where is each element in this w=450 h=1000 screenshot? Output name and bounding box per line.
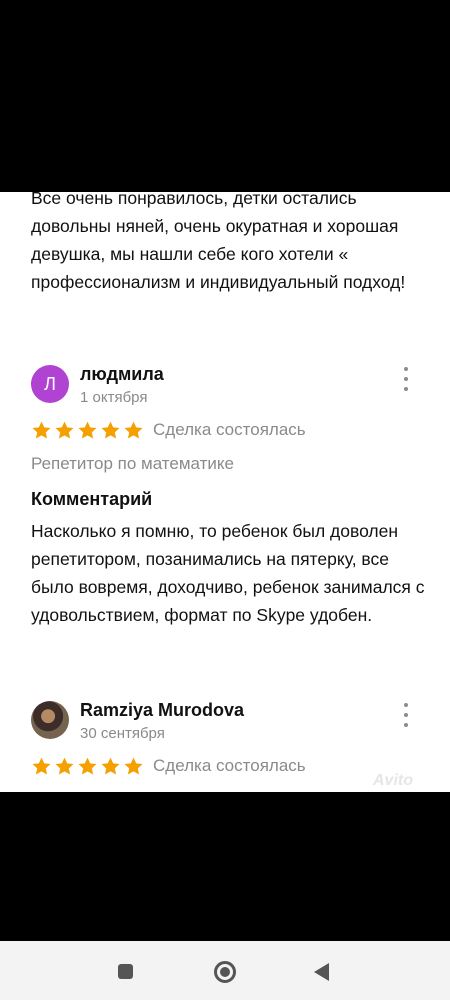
circle-icon[interactable] <box>214 961 236 983</box>
deal-status: Сделка состоялась <box>153 420 306 439</box>
review-author: Ramziya Murodova <box>80 700 245 720</box>
top-black-area <box>0 0 450 192</box>
previous-review-text: Все очень понравилось, детки остались до… <box>31 192 406 292</box>
review-date: 1 октября <box>80 389 148 406</box>
avatar <box>31 701 69 739</box>
triangle-back-icon[interactable] <box>314 963 329 981</box>
review-subject: Репетитор по математике <box>31 454 234 473</box>
avito-watermark: Avito <box>373 772 413 789</box>
star-icon <box>101 757 120 775</box>
reviews-content: Все очень понравилось, детки остались до… <box>0 192 450 792</box>
avatar: Л <box>31 365 69 403</box>
comment-title: Комментарий <box>31 489 153 509</box>
comment-text: Насколько я помню, то ребенок был доволе… <box>31 521 425 625</box>
star-icon <box>124 421 143 439</box>
system-navigation-bar <box>0 941 450 1000</box>
review-date: 30 сентября <box>80 725 165 742</box>
star-icon <box>101 421 120 439</box>
star-icon <box>32 757 51 775</box>
star-icon <box>32 421 51 439</box>
rating-row: Сделка состоялась <box>31 754 306 778</box>
more-vertical-icon[interactable] <box>400 367 412 391</box>
star-icon <box>124 757 143 775</box>
square-icon[interactable] <box>118 964 133 979</box>
star-rating <box>31 420 144 441</box>
deal-status: Сделка состоялась <box>153 756 306 775</box>
star-icon <box>78 757 97 775</box>
star-icon <box>78 421 97 439</box>
star-icon <box>55 757 74 775</box>
review-author: людмила <box>80 364 164 384</box>
star-rating <box>31 756 144 777</box>
more-vertical-icon[interactable] <box>400 703 412 727</box>
star-icon <box>55 421 74 439</box>
rating-row: Сделка состоялась <box>31 418 306 442</box>
